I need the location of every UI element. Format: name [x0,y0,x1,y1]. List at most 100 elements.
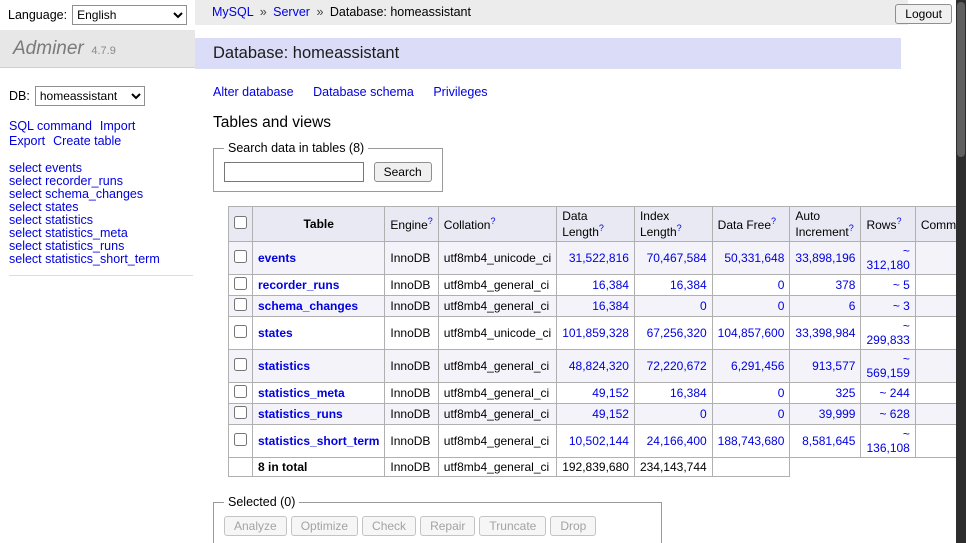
db-select[interactable]: homeassistant [35,86,145,106]
table-name-link[interactable]: statistics_runs [258,407,343,421]
data-free-link[interactable]: 0 [778,407,785,421]
data-free-link[interactable]: 0 [778,386,785,400]
app-version: 4.7.9 [91,45,115,57]
truncate-button: Truncate [479,516,546,536]
row-checkbox[interactable] [234,406,247,419]
index-length-link[interactable]: 24,166,400 [647,434,707,448]
table-row-schema-changes: schema_changes InnoDB utf8mb4_general_ci… [229,296,966,317]
rows-count-link[interactable]: ~ 299,833 [866,319,909,347]
row-checkbox[interactable] [234,298,247,311]
data-length-link[interactable]: 31,522,816 [569,251,629,265]
auto-increment-link[interactable]: 39,999 [819,407,856,421]
rows-count-link[interactable]: ~ 244 [879,386,909,400]
help-link[interactable]: ? [490,216,495,226]
data-length-link[interactable]: 10,502,144 [569,434,629,448]
alter-database-link[interactable]: Alter database [213,85,294,99]
help-link[interactable]: ? [849,223,854,233]
collation-cell: utf8mb4_general_ci [438,350,556,383]
auto-increment-link[interactable]: 913,577 [812,359,855,373]
drop-button: Drop [550,516,596,536]
create-table-link-sidebar[interactable]: Create table [53,134,121,148]
auto-increment-link[interactable]: 8,581,645 [802,434,855,448]
help-link[interactable]: ? [677,223,682,233]
help-link[interactable]: ? [428,216,433,226]
table-name-link[interactable]: statistics_meta [258,386,345,400]
row-checkbox[interactable] [234,358,247,371]
sidebar-item-select-statistics-short-term[interactable]: select statistics_short_term [9,253,193,266]
data-free-link[interactable]: 0 [778,299,785,313]
sql-command-link[interactable]: SQL command [9,119,92,133]
search-button[interactable]: Search [374,162,432,182]
data-free-link[interactable]: 188,743,680 [718,434,785,448]
auto-increment-link[interactable]: 33,898,196 [795,251,855,265]
index-length-link[interactable]: 16,384 [670,386,707,400]
rows-count-link[interactable]: ~ 136,108 [866,427,909,455]
col-header-collation: Collation? [438,207,556,242]
rows-count-link[interactable]: ~ 628 [879,407,909,421]
col-header-rows: Rows? [861,207,915,242]
collation-cell: utf8mb4_general_ci [438,383,556,404]
import-link[interactable]: Import [100,119,135,133]
index-length-link[interactable]: 67,256,320 [647,326,707,340]
data-free-link[interactable]: 0 [778,278,785,292]
data-length-link[interactable]: 49,152 [592,407,629,421]
data-free-link[interactable]: 104,857,600 [718,326,785,340]
engine-cell: InnoDB [385,317,438,350]
auto-increment-link[interactable]: 378 [835,278,855,292]
data-free-link[interactable]: 6,291,456 [731,359,784,373]
privileges-link[interactable]: Privileges [433,85,487,99]
data-length-link[interactable]: 16,384 [592,299,629,313]
scrollbar-thumb[interactable] [957,2,965,157]
data-free-link[interactable]: 50,331,648 [724,251,784,265]
breadcrumb-server-link[interactable]: Server [273,5,310,19]
page-scrollbar[interactable] [956,0,966,543]
auto-increment-link[interactable]: 33,398,984 [795,326,855,340]
engine-cell: InnoDB [385,275,438,296]
rows-count-link[interactable]: ~ 312,180 [866,244,909,272]
rows-count-link[interactable]: ~ 569,159 [866,352,909,380]
table-name-link[interactable]: events [258,251,296,265]
table-row-statistics-meta: statistics_meta InnoDB utf8mb4_general_c… [229,383,966,404]
collation-cell: utf8mb4_general_ci [438,296,556,317]
data-length-link[interactable]: 48,824,320 [569,359,629,373]
export-link[interactable]: Export [9,134,45,148]
table-name-link[interactable]: states [258,326,293,340]
table-name-link[interactable]: recorder_runs [258,278,339,292]
search-legend: Search data in tables (8) [224,141,368,155]
select-all-checkbox[interactable] [234,216,247,229]
index-length-link[interactable]: 16,384 [670,278,707,292]
table-name-link[interactable]: schema_changes [258,299,358,313]
index-length-link[interactable]: 0 [700,299,707,313]
row-checkbox[interactable] [234,277,247,290]
index-length-link[interactable]: 72,220,672 [647,359,707,373]
logout-button[interactable]: Logout [895,4,952,24]
table-name-link[interactable]: statistics_short_term [258,434,379,448]
index-length-link[interactable]: 0 [700,407,707,421]
help-link[interactable]: ? [771,216,776,226]
app-name-link[interactable]: Adminer [13,38,84,59]
row-checkbox[interactable] [234,325,247,338]
database-schema-link[interactable]: Database schema [313,85,414,99]
data-length-link[interactable]: 49,152 [592,386,629,400]
breadcrumb-separator: » [260,5,267,19]
data-length-link[interactable]: 101,859,328 [562,326,629,340]
auto-increment-link[interactable]: 325 [835,386,855,400]
main-content: MySQL » Server » Database: homeassistant… [195,0,966,543]
rows-count-link[interactable]: ~ 5 [893,278,910,292]
row-checkbox[interactable] [234,385,247,398]
search-input[interactable] [224,162,364,182]
col-header-engine: Engine? [385,207,438,242]
help-link[interactable]: ? [599,223,604,233]
table-row-statistics-short-term: statistics_short_term InnoDB utf8mb4_gen… [229,425,966,458]
table-name-link[interactable]: statistics [258,359,310,373]
row-checkbox[interactable] [234,250,247,263]
rows-count-link[interactable]: ~ 3 [893,299,910,313]
help-link[interactable]: ? [896,216,901,226]
search-fieldset: Search data in tables (8) Search [213,141,443,192]
auto-increment-link[interactable]: 6 [849,299,856,313]
row-checkbox[interactable] [234,433,247,446]
breadcrumb-mysql-link[interactable]: MySQL [212,5,253,19]
index-length-link[interactable]: 70,467,584 [647,251,707,265]
data-length-link[interactable]: 16,384 [592,278,629,292]
selected-actions: Analyze Optimize Check Repair Truncate D… [224,516,651,536]
